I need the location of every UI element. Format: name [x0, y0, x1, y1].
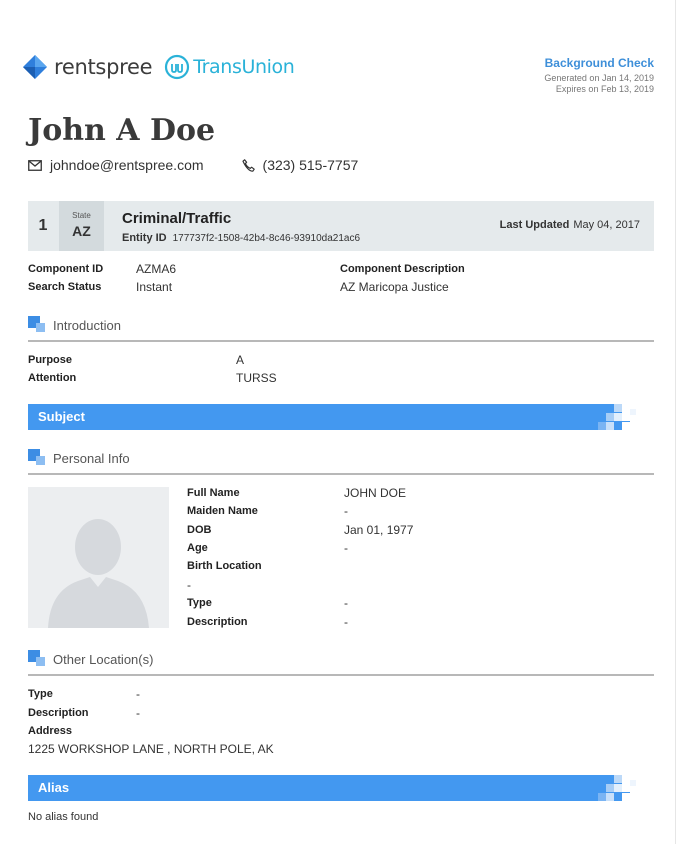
- subject-bar: Subject: [28, 404, 654, 430]
- other-locations-header: Other Location(s): [28, 648, 654, 676]
- location-desc-label: Description: [28, 707, 89, 719]
- email-contact: johndoe@rentspree.com: [28, 157, 204, 173]
- state-value: AZ: [72, 223, 91, 239]
- description-label: Description: [187, 616, 248, 628]
- search-status-label: Search Status: [28, 281, 102, 293]
- address-value: 1225 WORKSHOP LANE , NORTH POLE, AK: [28, 742, 274, 756]
- profile-photo-placeholder: [28, 487, 169, 628]
- maiden-name-value: -: [344, 504, 348, 518]
- expires-date: Expires on Feb 13, 2019: [555, 84, 654, 94]
- pixel-fade-decoration: [598, 404, 654, 430]
- person-silhouette-icon: [48, 519, 149, 628]
- email-text: johndoe@rentspree.com: [50, 157, 204, 173]
- contact-row: johndoe@rentspree.com (323) 515-7757: [28, 157, 358, 173]
- component-id-value: AZMA6: [136, 262, 177, 276]
- purpose-label: Purpose: [28, 354, 73, 366]
- full-name-value: JOHN DOE: [344, 486, 407, 500]
- section-square-icon: [28, 316, 46, 334]
- record-title: Criminal/Traffic: [122, 210, 232, 227]
- description-value: -: [344, 615, 348, 629]
- state-label: State: [72, 211, 91, 220]
- entity-id-value: 177737f2-1508-42b4-8c46-93910da21ac6: [172, 233, 361, 244]
- subject-title: Subject: [38, 409, 85, 424]
- entity-id-row: Entity ID 177737f2-1508-42b4-8c46-93910da…: [122, 232, 360, 244]
- record-number: 1: [38, 217, 48, 234]
- report-meta: Background Check Generated on Jan 14, 20…: [544, 56, 654, 95]
- birth-location-label: Birth Location: [187, 560, 262, 572]
- type-value: -: [344, 596, 348, 610]
- introduction-header: Introduction: [28, 314, 654, 342]
- alias-title: Alias: [38, 780, 70, 795]
- component-desc-value: AZ Maricopa Justice: [340, 280, 449, 294]
- phone-icon: [241, 158, 255, 172]
- alias-bar: Alias: [28, 775, 654, 801]
- maiden-name-label: Maiden Name: [187, 505, 258, 517]
- rentspree-wordmark: rentspree: [54, 55, 153, 79]
- envelope-icon: [28, 159, 42, 171]
- last-updated-value: May 04, 2017: [573, 219, 640, 231]
- entity-id-label: Entity ID: [122, 232, 167, 244]
- brand-logos: rentspree TransUnion: [22, 54, 295, 80]
- phone-text: (323) 515-7757: [262, 157, 359, 173]
- purpose-value: A: [236, 353, 245, 367]
- pixel-fade-decoration: [598, 775, 654, 801]
- section-square-icon: [28, 650, 46, 668]
- last-updated: Last Updated May 04, 2017: [500, 219, 640, 231]
- dob-value: Jan 01, 1977: [344, 523, 414, 537]
- transunion-logo-icon: [165, 54, 190, 80]
- personal-info-title: Personal Info: [53, 451, 130, 466]
- age-value: -: [344, 541, 348, 555]
- applicant-name: John A Doe: [28, 113, 216, 148]
- transunion-wordmark: TransUnion: [193, 56, 295, 78]
- record-header: 1 State AZ Criminal/Traffic Entity ID 177…: [28, 201, 654, 251]
- report-header: rentspree TransUnion Background Check Ge…: [22, 52, 654, 100]
- birth-location-value: -: [187, 578, 191, 592]
- dob-label: DOB: [187, 524, 212, 536]
- full-name-label: Full Name: [187, 487, 240, 499]
- location-type-value: -: [136, 687, 140, 701]
- generated-date: Generated on Jan 14, 2019: [544, 73, 654, 83]
- attention-label: Attention: [28, 372, 77, 384]
- report-title: Background Check: [544, 56, 654, 70]
- record-state-box: State AZ: [59, 201, 104, 251]
- component-id-label: Component ID: [28, 263, 104, 275]
- personal-info-header: Personal Info: [28, 447, 654, 475]
- search-status-value: Instant: [136, 280, 173, 294]
- introduction-title: Introduction: [53, 318, 121, 333]
- phone-contact: (323) 515-7757: [241, 157, 359, 173]
- no-alias-text: No alias found: [28, 811, 99, 823]
- location-type-label: Type: [28, 688, 53, 700]
- type-label: Type: [187, 597, 212, 609]
- page-edge: [675, 0, 676, 844]
- rentspree-logo-icon: [23, 55, 47, 79]
- location-desc-value: -: [136, 706, 140, 720]
- last-updated-label: Last Updated: [499, 219, 570, 231]
- attention-value: TURSS: [236, 371, 277, 385]
- other-locations-title: Other Location(s): [53, 652, 154, 667]
- section-square-icon: [28, 449, 46, 467]
- component-desc-label: Component Description: [340, 263, 465, 275]
- age-label: Age: [187, 542, 208, 554]
- address-label: Address: [28, 725, 73, 737]
